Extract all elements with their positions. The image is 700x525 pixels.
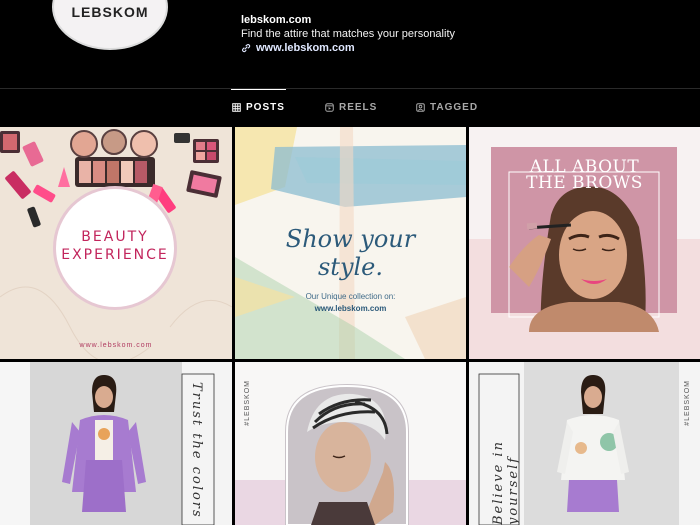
tab-label: TAGGED (430, 101, 479, 113)
avatar[interactable]: LEBSKOM (52, 0, 168, 50)
post-trust-the-colors[interactable]: Trust the colors (0, 362, 232, 525)
beauty-url: www.lebskom.com (79, 342, 153, 349)
tagged-icon (416, 102, 425, 112)
posts-grid: BEAUTY EXPERIENCE www.lebskom.com Show y… (0, 125, 700, 525)
tab-tagged[interactable]: TAGGED (416, 89, 478, 125)
beauty-badge: BEAUTY EXPERIENCE (56, 189, 174, 307)
turban-brand-tag: #LEBSKOM (244, 380, 251, 426)
brows-title-line2: THE BROWS (526, 173, 643, 193)
website-link[interactable]: www.lebskom.com (241, 41, 455, 55)
style-headline-line2: style. (317, 253, 384, 281)
website-text[interactable]: www.lebskom.com (256, 41, 355, 55)
post-believe-in-yourself[interactable]: Believe in yourself #LEBSKOM (469, 362, 700, 525)
profile-bio: lebskom.com Find the attire that matches… (241, 13, 455, 55)
tab-label: POSTS (246, 102, 285, 113)
post-all-about-the-brows[interactable]: ALL ABOUT THE BROWS (469, 127, 700, 359)
tab-label: REELS (339, 101, 378, 113)
profile-tabs: POSTS REELS TAGGED (0, 88, 700, 125)
tab-posts[interactable]: POSTS (231, 89, 286, 125)
turban-photo (235, 384, 466, 525)
tab-reels[interactable]: REELS (325, 89, 377, 125)
link-icon (241, 43, 251, 53)
post-show-your-style[interactable]: Show your style. Our Unique collection o… (235, 127, 466, 359)
reels-icon (325, 102, 334, 112)
trust-script-text: Trust the colors (189, 382, 204, 519)
believe-brand-tag: #LEBSKOM (684, 380, 691, 426)
believe-script-text: Believe in yourself (491, 440, 521, 525)
style-headline: Show your style. (235, 225, 466, 281)
profile-name: lebskom.com (241, 14, 312, 26)
post-turban[interactable]: #LEBSKOM (235, 362, 466, 525)
grid-icon (232, 103, 241, 112)
post-beauty-experience[interactable]: BEAUTY EXPERIENCE www.lebskom.com (0, 127, 232, 359)
profile-header: LEBSKOM lebskom.com Find the attire that… (0, 0, 700, 88)
beauty-title-line2: EXPERIENCE (61, 247, 169, 263)
profile-description: Find the attire that matches your person… (241, 28, 455, 40)
avatar-logo: LEBSKOM (71, 4, 149, 20)
style-headline-line1: Show your (285, 225, 416, 253)
beauty-title-line1: BEAUTY (81, 229, 149, 245)
style-url: www.lebskom.com (314, 304, 387, 313)
style-subtitle: Our Unique collection on: (305, 292, 396, 301)
